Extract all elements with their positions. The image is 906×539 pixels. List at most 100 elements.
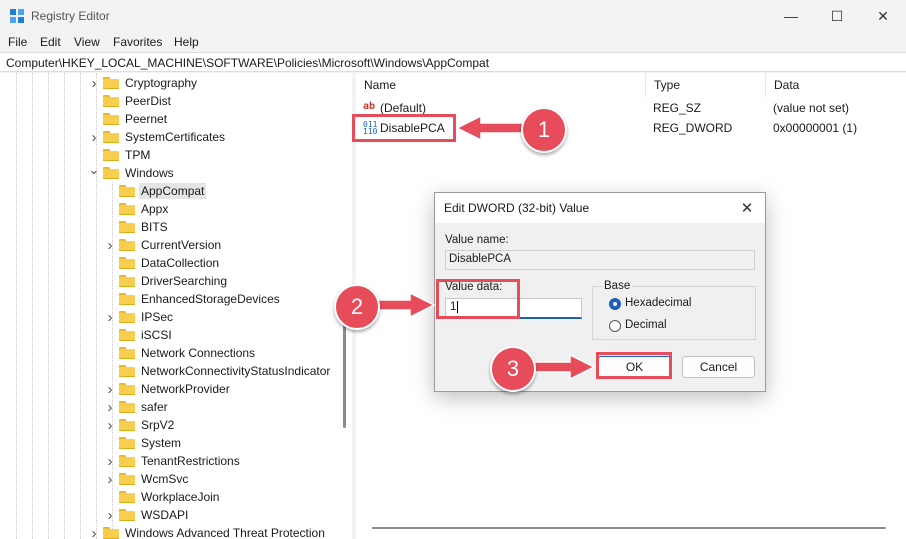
chevron-right-icon[interactable]: › [104, 452, 116, 470]
hexadecimal-radio[interactable] [609, 298, 621, 310]
tree-item-label: Network Connections [141, 346, 256, 360]
tree-item-systemcertificates[interactable]: › SystemCertificates [88, 128, 227, 146]
chevron-right-icon[interactable]: › [88, 74, 100, 92]
tree-item-label: NetworkConnectivityStatusIndicator [141, 364, 331, 378]
tree-item-srpv2[interactable]: › SrpV2 [104, 416, 176, 434]
minimize-button[interactable]: — [768, 0, 814, 32]
address-path[interactable]: Computer\HKEY_LOCAL_MACHINE\SOFTWARE\Pol… [6, 56, 489, 70]
tree-item-label: Windows Advanced Threat Protection [125, 526, 325, 539]
chevron-right-icon[interactable]: › [104, 398, 116, 416]
tree-item-wsdapi[interactable]: › WSDAPI [104, 506, 190, 524]
tree-item-bits[interactable]: BITS [104, 218, 170, 236]
values-horizontal-scrollbar[interactable] [356, 522, 906, 534]
tree-item-safer[interactable]: › safer [104, 398, 170, 416]
close-icon: ✕ [877, 7, 889, 24]
chevron-right-icon[interactable]: › [104, 308, 116, 326]
menu-bar: File Edit View Favorites Help [0, 32, 906, 52]
folder-icon [103, 167, 119, 179]
maximize-icon: ☐ [830, 7, 844, 24]
tree-item-tenantrestrictions[interactable]: › TenantRestrictions [104, 452, 242, 470]
tree-item-windows[interactable]: ⌄ Windows [88, 161, 176, 182]
menu-favorites[interactable]: Favorites [113, 35, 162, 49]
window-title: Registry Editor [31, 9, 110, 23]
folder-icon [119, 455, 135, 467]
folder-icon [119, 491, 135, 503]
menu-view[interactable]: View [74, 35, 100, 49]
column-header-data[interactable]: Data [766, 73, 906, 97]
maximize-button[interactable]: ☐ [814, 0, 860, 32]
menu-file[interactable]: File [8, 35, 27, 49]
folder-icon [119, 473, 135, 485]
folder-icon [119, 203, 135, 215]
menu-help[interactable]: Help [174, 35, 199, 49]
tree-item-label: WorkplaceJoin [141, 490, 220, 504]
tree-item-iscsi[interactable]: iSCSI [104, 326, 174, 344]
chevron-down-icon[interactable]: ⌄ [88, 161, 100, 179]
tree-item-label: Appx [141, 202, 169, 216]
chevron-right-icon[interactable]: › [104, 236, 116, 254]
highlight-box-value-data [436, 279, 520, 319]
tree-guide-line [48, 73, 49, 539]
tree-item-driversearching[interactable]: DriverSearching [104, 272, 229, 290]
tree-item-windows-advanced-threat-protection[interactable]: › Windows Advanced Threat Protection [88, 524, 327, 539]
value-data: 0x00000001 (1) [773, 121, 858, 135]
hexadecimal-radio-label[interactable]: Hexadecimal [625, 297, 691, 309]
chevron-right-icon[interactable]: › [104, 416, 116, 434]
string-value-icon: ab [363, 101, 376, 112]
folder-icon [103, 77, 119, 89]
menu-edit[interactable]: Edit [40, 35, 61, 49]
tree-item-label: SystemCertificates [125, 130, 226, 144]
tree-item-appcompat[interactable]: AppCompat [104, 182, 207, 200]
decimal-radio[interactable] [609, 320, 621, 332]
base-label: Base [602, 280, 633, 292]
cancel-button-label: Cancel [699, 360, 738, 374]
folder-icon [119, 293, 135, 305]
tree-item-peerdist[interactable]: PeerDist [88, 92, 173, 110]
tree-item-datacollection[interactable]: DataCollection [104, 254, 221, 272]
tree-item-cryptography[interactable]: › Cryptography [88, 74, 199, 92]
close-button[interactable]: ✕ [860, 0, 906, 32]
chevron-right-icon[interactable]: › [88, 524, 100, 539]
chevron-right-icon[interactable]: › [104, 380, 116, 398]
column-header-name[interactable]: Name [356, 73, 646, 97]
folder-icon [119, 347, 135, 359]
tree-item-system[interactable]: System [104, 434, 183, 452]
tree-item-wcmsvc[interactable]: › WcmSvc [104, 470, 190, 488]
chevron-right-icon[interactable]: › [104, 506, 116, 524]
tree-item-label: BITS [141, 220, 168, 234]
decimal-radio-label[interactable]: Decimal [625, 319, 667, 331]
folder-icon [119, 437, 135, 449]
tree-scroll-thumb[interactable] [343, 323, 346, 428]
tree-item-label: EnhancedStorageDevices [141, 292, 280, 306]
value-data: (value not set) [773, 101, 850, 115]
tree-item-networkprovider[interactable]: › NetworkProvider [104, 380, 232, 398]
tree-guide-line [64, 73, 65, 539]
folder-icon [119, 365, 135, 377]
tree-item-peernet[interactable]: Peernet [88, 110, 169, 128]
tree-item-ipsec[interactable]: › IPSec [104, 308, 175, 326]
tree-item-currentversion[interactable]: › CurrentVersion [104, 236, 223, 254]
column-header-type[interactable]: Type [646, 73, 766, 97]
chevron-right-icon[interactable]: › [88, 128, 100, 146]
tree-item-label: WSDAPI [141, 508, 189, 522]
folder-icon [103, 527, 119, 539]
address-bar[interactable]: Computer\HKEY_LOCAL_MACHINE\SOFTWARE\Pol… [0, 52, 906, 72]
tree-item-appx[interactable]: Appx [104, 200, 170, 218]
tree-item-label: CurrentVersion [141, 238, 222, 252]
tree-item-enhancedstoragedevices[interactable]: EnhancedStorageDevices [104, 290, 282, 308]
tree-item-label: SrpV2 [141, 418, 175, 432]
tree-item-workplacejoin[interactable]: WorkplaceJoin [104, 488, 221, 506]
tree-item-networkconnectivitystatusindicator[interactable]: NetworkConnectivityStatusIndicator [104, 362, 332, 380]
dialog-close-button[interactable]: ✕ [737, 198, 757, 218]
tree-item-label: PeerDist [125, 94, 172, 108]
tree-item-network-connections[interactable]: Network Connections [104, 344, 257, 362]
cancel-button[interactable]: Cancel [682, 356, 755, 378]
key-tree-pane[interactable]: › Cryptography PeerDist Peernet › SystemCerti… [0, 73, 352, 539]
chevron-right-icon[interactable]: › [104, 470, 116, 488]
values-scroll-thumb[interactable] [372, 527, 886, 529]
folder-icon [119, 185, 135, 197]
